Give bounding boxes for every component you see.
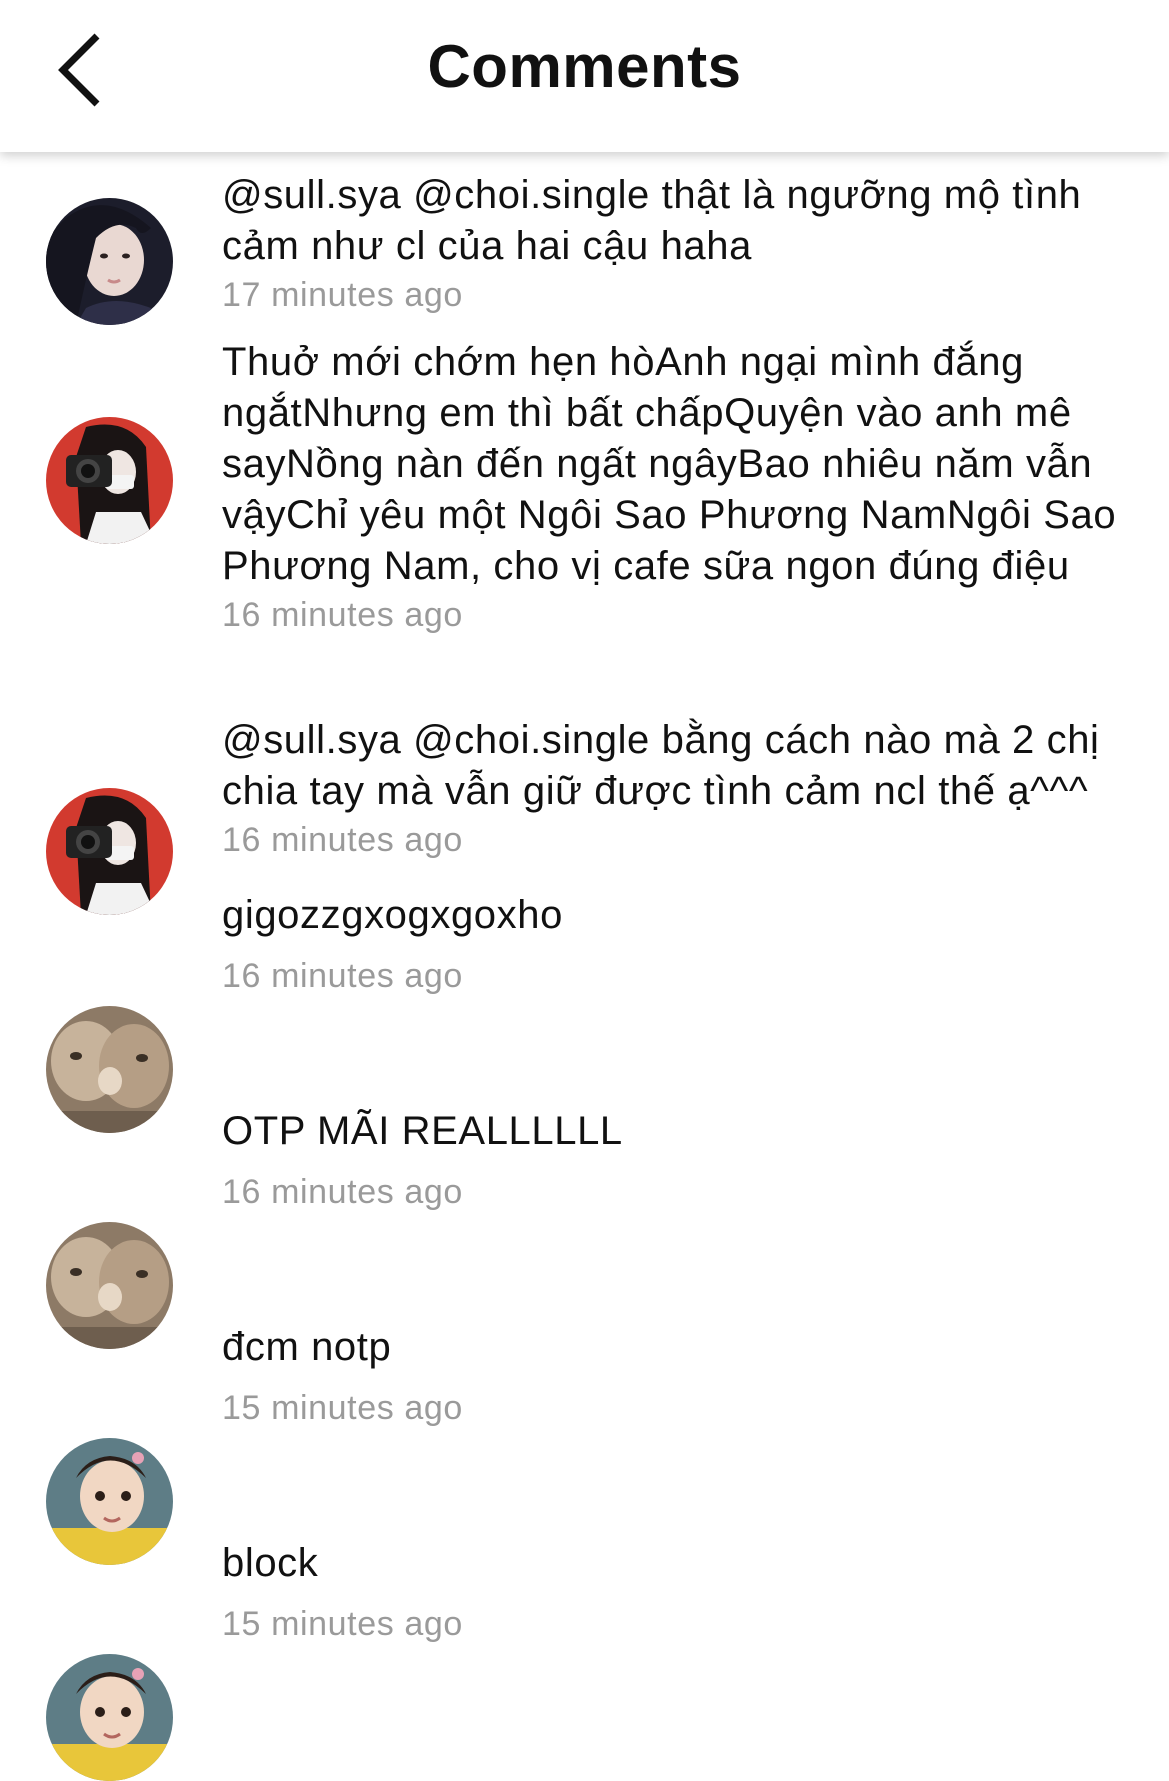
comment-timestamp: 15 minutes ago [222,1605,463,1643]
avatar[interactable] [46,788,173,915]
avatar-image [46,1438,173,1565]
header-bar: Comments [0,0,1169,152]
avatar-image [46,1654,173,1781]
comment-text: gigozzgxogxgoxho [222,893,563,937]
avatar-image [46,198,173,325]
page-title: Comments [427,33,742,100]
avatar-image [46,417,173,544]
comment-timestamp: 17 minutes ago [222,276,463,314]
comment-timestamp: 15 minutes ago [222,1389,463,1427]
comment-timestamp: 16 minutes ago [222,957,463,995]
avatar[interactable] [46,1222,173,1349]
comment-text: Thuở mới chớm hẹn hòAnh ngại mình đắng n… [222,340,1117,588]
comment-timestamp: 16 minutes ago [222,821,463,859]
avatar-image [46,1222,173,1349]
comments-list[interactable]: @sull.sya @choi.single thật là ngưỡng mộ… [0,152,1169,1781]
comment-text: OTP MÃI REALLLLLL [222,1109,623,1153]
avatar[interactable] [46,1006,173,1133]
comment-timestamp: 16 minutes ago [222,596,463,634]
avatar-image [46,1006,173,1133]
avatar[interactable] [46,1438,173,1565]
avatar[interactable] [46,198,173,325]
avatar-image [46,788,173,915]
comment-text: @sull.sya @choi.single bằng cách nào mà … [222,718,1100,813]
comment-text: block [222,1541,319,1585]
avatar[interactable] [46,1654,173,1781]
comment-text: @sull.sya @choi.single thật là ngưỡng mộ… [222,173,1082,268]
comment-text: đcm notp [222,1325,392,1369]
comment-timestamp: 16 minutes ago [222,1173,463,1211]
avatar[interactable] [46,417,173,544]
